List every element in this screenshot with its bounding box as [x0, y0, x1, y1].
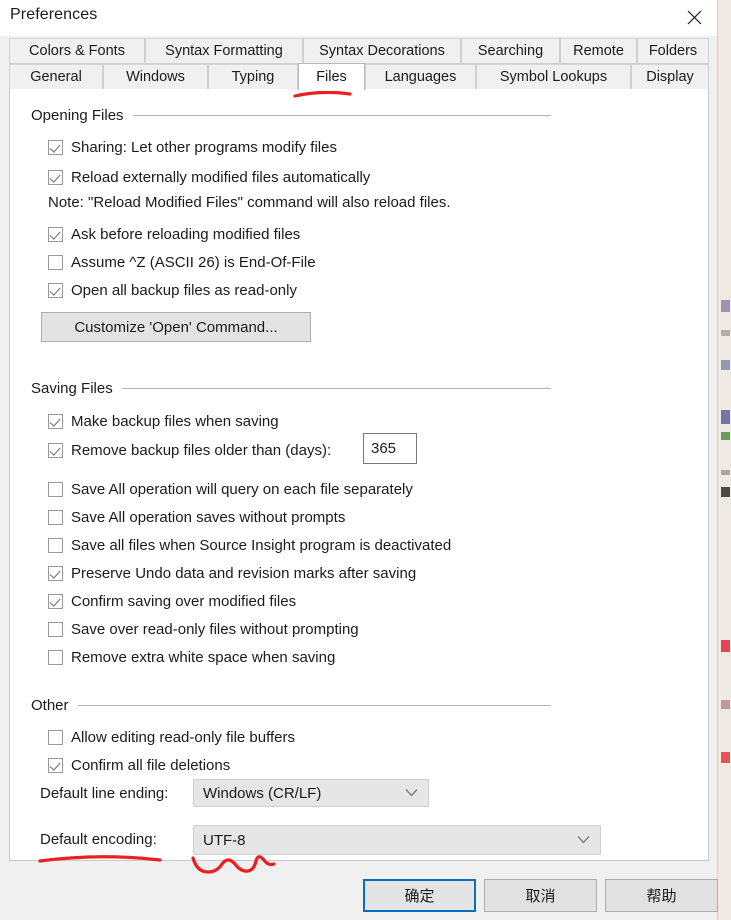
tab-remote[interactable]: Remote: [560, 38, 637, 64]
checkbox-save-all-on-deactivate[interactable]: Save all files when Source Insight progr…: [48, 535, 451, 555]
checkbox-open-all-backup-files-as-read-only[interactable]: Open all backup files as read-only: [48, 280, 297, 300]
checkbox-label: Confirm saving over modified files: [71, 592, 297, 610]
checkbox-remove-extra-white-space-when-saving[interactable]: Remove extra white space when saving: [48, 647, 335, 667]
checkbox-box[interactable]: [48, 509, 63, 525]
tab-typing[interactable]: Typing: [208, 64, 298, 90]
checkbox-save-all-query-each-file[interactable]: Save All operation will query on each fi…: [48, 479, 413, 499]
checkbox-label: Remove extra white space when saving: [71, 648, 336, 666]
backup-days-input[interactable]: 365: [363, 433, 417, 464]
tab-files[interactable]: Files: [298, 63, 365, 91]
tab-display[interactable]: Display: [631, 64, 709, 90]
default-line-ending-select[interactable]: Windows (CR/LF): [193, 779, 429, 807]
tab-symbol-lookups[interactable]: Symbol Lookups: [476, 64, 631, 90]
tab-windows[interactable]: Windows: [103, 64, 208, 90]
tab-languages[interactable]: Languages: [365, 64, 476, 90]
checkbox-box[interactable]: [48, 757, 63, 773]
group-other: Other: [31, 697, 551, 714]
group-rule: [121, 388, 551, 389]
checkbox-box[interactable]: [48, 413, 63, 429]
checkbox-label: Sharing: Let other programs modify files: [71, 138, 337, 156]
checkbox-reload-externally-modified-files-automatically[interactable]: Reload externally modified files automat…: [48, 167, 370, 187]
checkbox-label: Reload externally modified files automat…: [71, 168, 371, 186]
checkbox-label: Save All operation will query on each fi…: [71, 480, 413, 498]
title-bar: Preferences: [0, 0, 717, 36]
checkbox-save-over-read-only-without-prompting[interactable]: Save over read-only files without prompt…: [48, 619, 359, 639]
desktop-background-edge: [717, 0, 731, 920]
checkbox-make-backup-files-when-saving[interactable]: Make backup files when saving: [48, 411, 279, 431]
customize-open-command-button[interactable]: Customize 'Open' Command...: [41, 312, 311, 342]
checkbox-box[interactable]: [48, 282, 63, 298]
label-default-encoding: Default encoding:: [40, 831, 157, 848]
tab-searching[interactable]: Searching: [461, 38, 560, 64]
group-rule: [132, 115, 551, 116]
checkbox-ask-before-reloading-modified-files[interactable]: Ask before reloading modified files: [48, 224, 300, 244]
group-opening-files: Opening Files: [31, 107, 551, 124]
checkbox-label: Remove backup files older than (days):: [71, 441, 332, 459]
group-label-opening-files: Opening Files: [31, 107, 124, 124]
checkbox-label: Save all files when Source Insight progr…: [71, 536, 452, 554]
note-reload-modified-files: Note: "Reload Modified Files" command wi…: [48, 194, 451, 211]
checkbox-remove-backup-files-older-than[interactable]: Remove backup files older than (days):: [48, 440, 331, 460]
close-icon[interactable]: [671, 0, 717, 34]
chevron-down-icon: [577, 836, 590, 845]
checkbox-box[interactable]: [48, 621, 63, 637]
checkbox-confirm-all-file-deletions[interactable]: Confirm all file deletions: [48, 755, 230, 775]
dialog-button-bar: 确定 取消 帮助: [0, 861, 718, 920]
checkbox-label: Ask before reloading modified files: [71, 225, 301, 243]
tab-syntax-formatting[interactable]: Syntax Formatting: [145, 38, 303, 64]
preferences-dialog: Preferences Colors & Fonts Syntax Format…: [0, 0, 718, 920]
ok-button[interactable]: 确定: [363, 879, 476, 912]
group-label-saving-files: Saving Files: [31, 380, 113, 397]
checkbox-label: Save All operation saves without prompts: [71, 508, 346, 526]
tab-colors-and-fonts[interactable]: Colors & Fonts: [9, 38, 145, 64]
window-title: Preferences: [10, 6, 98, 23]
label-default-line-ending: Default line ending:: [40, 785, 169, 802]
checkbox-preserve-undo-data[interactable]: Preserve Undo data and revision marks af…: [48, 563, 416, 583]
checkbox-box[interactable]: [48, 537, 63, 553]
checkbox-label: Preserve Undo data and revision marks af…: [71, 564, 417, 582]
tab-row-top: Colors & Fonts Syntax Formatting Syntax …: [9, 38, 709, 64]
checkbox-confirm-saving-over-modified-files[interactable]: Confirm saving over modified files: [48, 591, 296, 611]
checkbox-save-all-without-prompts[interactable]: Save All operation saves without prompts: [48, 507, 345, 527]
checkbox-box[interactable]: [48, 649, 63, 665]
tab-strip: Colors & Fonts Syntax Formatting Syntax …: [9, 38, 709, 91]
default-encoding-select[interactable]: UTF-8: [193, 825, 601, 855]
cancel-button[interactable]: 取消: [484, 879, 597, 912]
group-label-other: Other: [31, 697, 69, 714]
chevron-down-icon: [405, 789, 418, 798]
checkbox-label: Confirm all file deletions: [71, 756, 231, 774]
group-rule: [77, 705, 551, 706]
checkbox-label: Make backup files when saving: [71, 412, 279, 430]
checkbox-box[interactable]: [48, 139, 63, 155]
checkbox-box[interactable]: [48, 169, 63, 185]
tab-folders[interactable]: Folders: [637, 38, 709, 64]
group-saving-files: Saving Files: [31, 380, 551, 397]
checkbox-assume-ctrl-z-is-eof[interactable]: Assume ^Z (ASCII 26) is End-Of-File: [48, 252, 316, 272]
checkbox-box[interactable]: [48, 442, 63, 458]
tab-syntax-decorations[interactable]: Syntax Decorations: [303, 38, 461, 64]
default-encoding-value: UTF-8: [203, 831, 246, 849]
files-settings-pane: Opening Files Sharing: Let other program…: [9, 89, 709, 861]
checkbox-sharing-let-other-programs-modify-files[interactable]: Sharing: Let other programs modify files: [48, 137, 337, 157]
checkbox-box[interactable]: [48, 226, 63, 242]
checkbox-label: Assume ^Z (ASCII 26) is End-Of-File: [71, 253, 316, 271]
tab-general[interactable]: General: [9, 64, 103, 90]
help-button[interactable]: 帮助: [605, 879, 718, 912]
checkbox-label: Allow editing read-only file buffers: [71, 728, 296, 746]
checkbox-allow-editing-read-only-file-buffers[interactable]: Allow editing read-only file buffers: [48, 727, 295, 747]
checkbox-box[interactable]: [48, 565, 63, 581]
checkbox-box[interactable]: [48, 593, 63, 609]
checkbox-label: Save over read-only files without prompt…: [71, 620, 359, 638]
default-line-ending-value: Windows (CR/LF): [203, 784, 322, 802]
checkbox-box[interactable]: [48, 481, 63, 497]
checkbox-box[interactable]: [48, 729, 63, 745]
tab-row-bottom: General Windows Typing Files Languages S…: [9, 63, 709, 91]
checkbox-label: Open all backup files as read-only: [71, 281, 297, 299]
checkbox-box[interactable]: [48, 254, 63, 270]
